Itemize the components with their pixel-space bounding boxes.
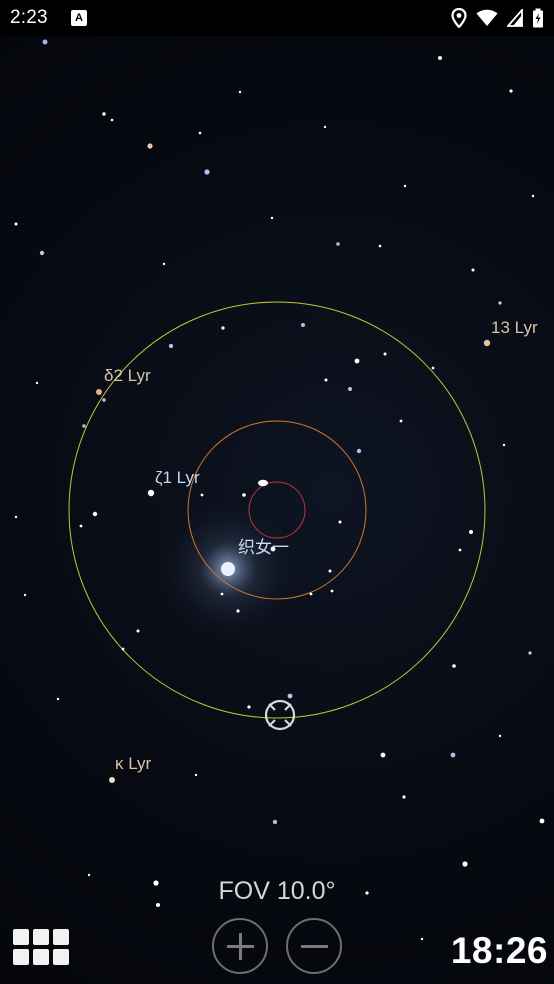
label-delta2-lyr[interactable]: δ2 Lyr xyxy=(104,366,151,386)
label-vega[interactable]: 织女一 xyxy=(238,533,289,558)
plus-icon-vertical xyxy=(239,933,242,960)
star-kappa-lyr xyxy=(109,777,115,783)
grid-menu-icon[interactable] xyxy=(13,929,69,967)
label-13-lyr[interactable]: 13 Lyr xyxy=(491,318,538,338)
status-bar: 2:23 A xyxy=(0,0,554,36)
selected-star xyxy=(258,479,268,487)
location-icon xyxy=(451,8,467,28)
grid-cell xyxy=(13,929,29,945)
star-field xyxy=(14,39,545,941)
star-zeta1-lyr xyxy=(147,489,155,497)
outer-circle xyxy=(68,301,486,719)
status-icons xyxy=(451,8,544,28)
grid-cell xyxy=(33,949,49,965)
grid-cell xyxy=(53,929,69,945)
grid-cell xyxy=(33,929,49,945)
sky-time-clock[interactable]: 18:26 xyxy=(451,930,548,972)
a-letter-icon: A xyxy=(71,10,87,26)
vega-star xyxy=(221,562,235,576)
star-13-lyr xyxy=(483,339,491,347)
label-kappa-lyr[interactable]: κ Lyr xyxy=(115,754,151,774)
signal-icon xyxy=(507,9,523,27)
zoom-out-button[interactable] xyxy=(286,918,342,974)
field-stars xyxy=(14,39,545,941)
wifi-icon xyxy=(476,9,498,26)
fov-indicator: FOV 10.0° xyxy=(218,877,336,905)
zoom-in-button[interactable] xyxy=(212,918,268,974)
star-delta2-lyr xyxy=(96,389,102,395)
sky-view[interactable]: δ2 Lyr ζ1 Lyr 织女一 13 Lyr κ Lyr xyxy=(0,36,554,984)
crosshair-marker-icon xyxy=(264,699,296,731)
minus-icon xyxy=(301,945,328,948)
label-zeta1-lyr[interactable]: ζ1 Lyr xyxy=(155,468,200,488)
stellarium-screen: 2:23 A δ2 Lyr ζ1 Lyr 织女一 13 Lyr κ Lyr FO… xyxy=(0,0,554,984)
grid-cell xyxy=(13,949,29,965)
grid-cell xyxy=(53,949,69,965)
battery-charging-icon xyxy=(533,8,543,28)
status-time: 2:23 xyxy=(10,7,48,28)
